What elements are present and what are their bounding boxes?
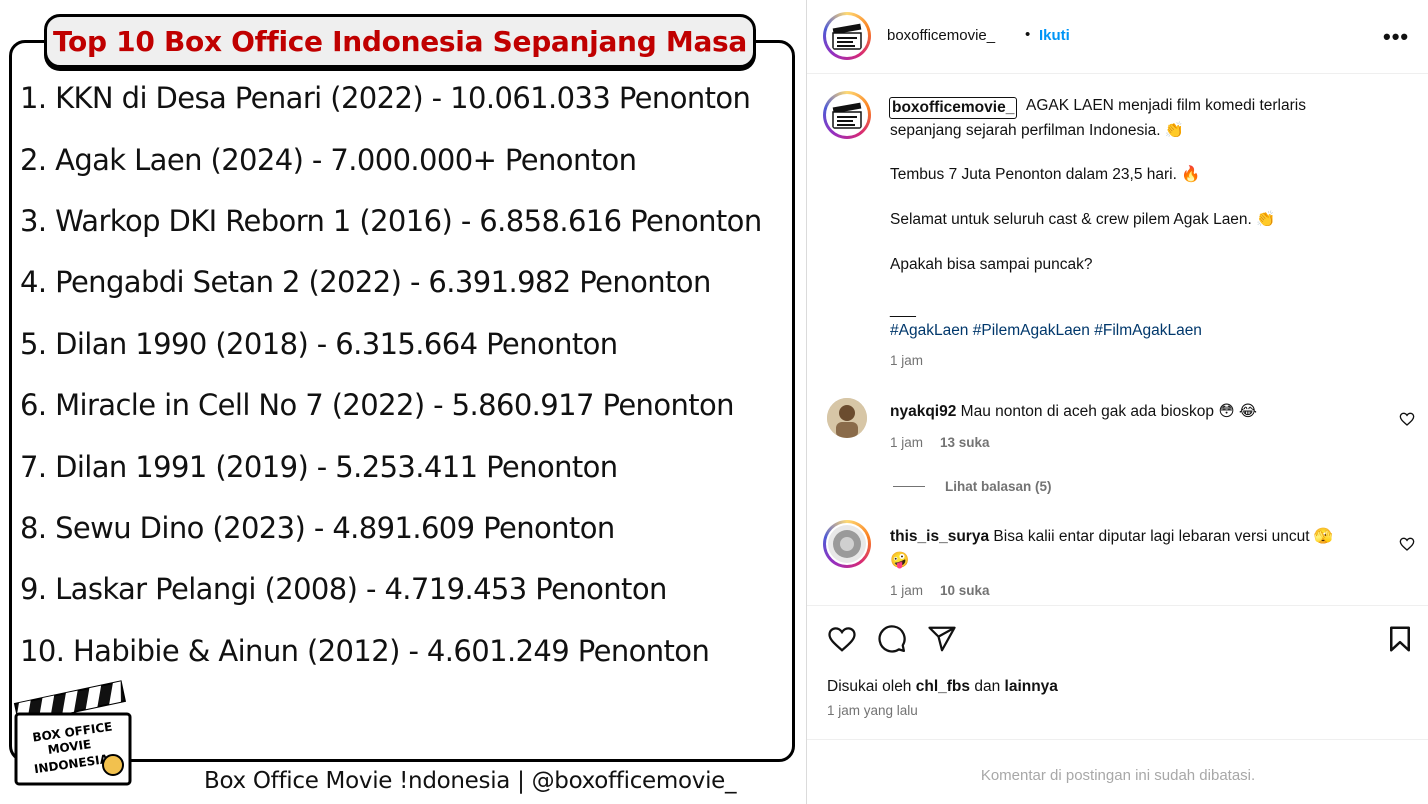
liked-prefix: Disukai oleh [827, 678, 912, 695]
comment-body-2: Bisa kalii entar diputar lagi lebaran ve… [993, 528, 1334, 545]
comment-likes-2[interactable]: 10 suka [940, 583, 990, 598]
caption-time[interactable]: 1 jam [890, 353, 923, 368]
share-icon[interactable] [927, 624, 957, 654]
comment-body-2-line-2: 🤪 [890, 552, 910, 569]
ranking-item-3: 3. Warkop DKI Reborn 1 (2016) - 6.858.61… [20, 204, 762, 238]
heart-icon[interactable] [827, 624, 857, 654]
ranking-item-7: 7. Dilan 1991 (2019) - 5.253.411 Penonto… [20, 450, 618, 484]
ranking-item-2: 2. Agak Laen (2024) - 7.000.000+ Penonto… [20, 143, 637, 177]
comment-body-1: Mau nonton di aceh gak ada bioskop 😳 😂 [960, 403, 1257, 420]
liked-middle: dan [974, 678, 1001, 695]
comment-username-2[interactable]: this_is_surya [890, 528, 989, 545]
comments-section[interactable]: boxofficemovie_ AGAK LAEN menjadi film k… [807, 75, 1428, 605]
ranking-item-6: 6. Miracle in Cell No 7 (2022) - 5.860.9… [20, 388, 735, 422]
comment-time-2[interactable]: 1 jam [890, 583, 923, 598]
ranking-item-5: 5. Dilan 1990 (2018) - 6.315.664 Penonto… [20, 327, 618, 361]
profile-photo-icon [827, 398, 867, 438]
caption-divider: ___ [890, 301, 916, 318]
comment-text-1: nyakqi92 Mau nonton di aceh gak ada bios… [890, 402, 1257, 421]
caption-avatar[interactable] [823, 91, 871, 139]
comment-input-area: Komentar di postingan ini sudah dibatasi… [807, 739, 1428, 804]
ranking-item-9: 9. Laskar Pelangi (2008) - 4.719.453 Pen… [20, 572, 667, 606]
clapperboard-icon [832, 23, 862, 50]
comment-text-2: this_is_surya Bisa kalii entar diputar l… [890, 527, 1333, 546]
comment-icon[interactable] [877, 624, 907, 654]
box-office-logo: BOX OFFICE MOVIE INDONESIA [13, 680, 132, 786]
ranking-item-8: 8. Sewu Dino (2023) - 4.891.609 Penonton [20, 511, 615, 545]
liked-others[interactable]: lainnya [1005, 678, 1058, 695]
ranking-item-4: 4. Pengabdi Setan 2 (2022) - 6.391.982 P… [20, 265, 711, 299]
comment-avatar[interactable] [827, 398, 867, 438]
bookmark-icon[interactable] [1385, 624, 1415, 654]
profile-photo-icon [828, 525, 866, 563]
comment-avatar[interactable] [823, 520, 871, 568]
liked-by-text[interactable]: Disukai oleh chl_fbs dan lainnya [827, 678, 1058, 696]
image-title-box: Top 10 Box Office Indonesia Sepanjang Ma… [44, 14, 756, 68]
header-separator: • [1025, 26, 1031, 43]
header-username[interactable]: boxofficemovie_ [887, 27, 995, 44]
caption-line-1: AGAK LAEN menjadi film komedi terlaris [1026, 97, 1306, 114]
follow-button[interactable]: Ikuti [1039, 27, 1070, 44]
replies-line [893, 486, 925, 487]
image-footer-credit: Box Office Movie !ndonesia | @boxofficem… [204, 768, 737, 794]
comment-like-icon[interactable] [1399, 536, 1415, 552]
ranking-item-10: 10. Habibie & Ainun (2012) - 4.601.249 P… [20, 634, 710, 668]
comment-likes-1[interactable]: 13 suka [940, 435, 990, 450]
caption-line-2: sepanjang sejarah perfilman Indonesia. 👏 [890, 122, 1185, 139]
header-avatar[interactable] [823, 12, 871, 60]
comment-username-1[interactable]: nyakqi92 [890, 403, 956, 420]
comment-time-1[interactable]: 1 jam [890, 435, 923, 450]
post-image: Top 10 Box Office Indonesia Sepanjang Ma… [0, 0, 806, 804]
post-time[interactable]: 1 jam yang lalu [827, 703, 918, 718]
comment-like-icon[interactable] [1399, 411, 1415, 427]
ranking-item-1: 1. KKN di Desa Penari (2022) - 10.061.03… [20, 81, 751, 115]
comments-disabled-notice: Komentar di postingan ini sudah dibatasi… [980, 767, 1256, 784]
caption-line-5: Apakah bisa sampai puncak? [890, 256, 1093, 273]
post-sidebar: boxofficemovie_ • Ikuti ••• boxofficemov… [806, 0, 1428, 804]
view-replies-link[interactable]: Lihat balasan (5) [945, 479, 1052, 494]
clapperboard-icon [832, 102, 862, 129]
liked-user[interactable]: chl_fbs [916, 678, 970, 695]
caption-line-3: Tembus 7 Juta Penonton dalam 23,5 hari. … [890, 166, 1201, 183]
action-bar: Disukai oleh chl_fbs dan lainnya 1 jam y… [807, 605, 1428, 739]
image-title: Top 10 Box Office Indonesia Sepanjang Ma… [52, 24, 748, 58]
caption-username[interactable]: boxofficemovie_ [889, 97, 1018, 119]
caption-hashtags[interactable]: #AgakLaen #PilemAgakLaen #FilmAgakLaen [890, 322, 1202, 340]
caption-line-4: Selamat untuk seluruh cast & crew pilem … [890, 211, 1276, 228]
more-options-icon[interactable]: ••• [1383, 24, 1409, 50]
post-header: boxofficemovie_ • Ikuti ••• [807, 0, 1428, 74]
